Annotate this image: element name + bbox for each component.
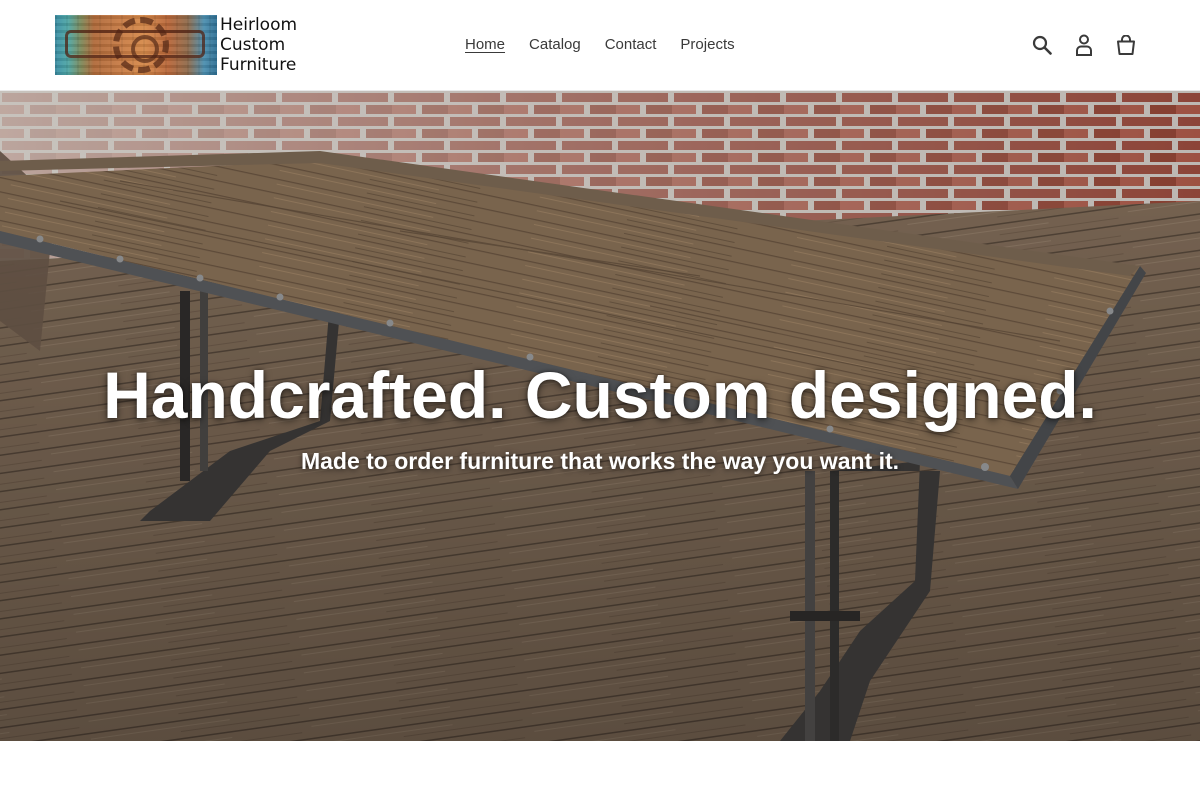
- header-icons: [1030, 33, 1138, 57]
- logo-text-line3: Furniture: [220, 55, 297, 75]
- nav-link-projects[interactable]: Projects: [680, 34, 734, 56]
- logo-text-line2: Custom: [220, 35, 286, 55]
- logo-image: [55, 15, 217, 75]
- hero-text: Handcrafted. Custom designed. Made to or…: [0, 356, 1200, 476]
- page-content-start: [0, 741, 1200, 800]
- account-icon: [1076, 34, 1092, 56]
- cart-button[interactable]: [1114, 33, 1138, 57]
- logo-text: Heirloom Custom Furniture: [220, 15, 300, 75]
- nav-link-contact[interactable]: Contact: [605, 34, 657, 56]
- nav-link-catalog[interactable]: Catalog: [529, 34, 581, 56]
- main-nav: Home Catalog Contact Projects: [465, 34, 735, 56]
- account-button[interactable]: [1072, 33, 1096, 57]
- logo-text-line1: Heirloom: [220, 15, 298, 35]
- hero-subtitle: Made to order furniture that works the w…: [300, 448, 900, 474]
- search-button[interactable]: [1030, 33, 1054, 57]
- site-header: Heirloom Custom Furniture Home Catalog C…: [0, 0, 1200, 91]
- nav-link-home[interactable]: Home: [465, 34, 505, 56]
- site-logo[interactable]: Heirloom Custom Furniture: [55, 15, 300, 75]
- logo-wordmark: [65, 30, 205, 58]
- hero-title: Handcrafted. Custom designed.: [103, 358, 1097, 432]
- search-icon: [1032, 35, 1052, 55]
- cart-icon: [1117, 35, 1135, 55]
- hero-banner: Handcrafted. Custom designed. Made to or…: [0, 91, 1200, 741]
